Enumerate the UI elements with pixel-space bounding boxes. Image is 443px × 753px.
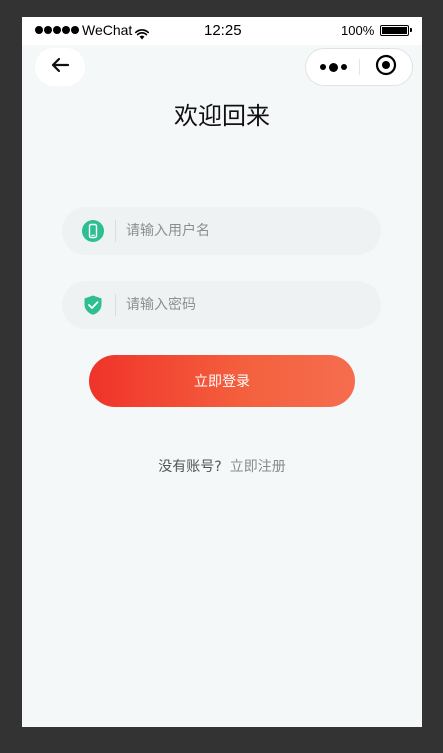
signal-strength-icon: [35, 26, 79, 34]
shield-check-icon: [82, 294, 104, 316]
mini-program-capsule: [305, 48, 413, 86]
register-prompt: 没有账号? 立即注册: [22, 456, 422, 476]
battery-icon: [380, 25, 412, 36]
phone-screen: WeChat 12:25 100% 欢迎回来 请输入用户名 立即登录 没有账号?…: [22, 17, 422, 727]
phone-icon: [82, 220, 104, 242]
password-input[interactable]: [126, 281, 366, 329]
register-link[interactable]: 立即注册: [230, 459, 286, 475]
wifi-icon: [135, 25, 149, 44]
username-input[interactable]: [126, 207, 366, 255]
page-title: 欢迎回来: [174, 102, 270, 130]
close-mini-program-button[interactable]: [360, 49, 412, 85]
more-button[interactable]: [306, 49, 360, 85]
carrier-name: WeChat: [82, 22, 133, 38]
status-time: 12:25: [204, 22, 242, 39]
status-bar: WeChat 12:25 100%: [22, 17, 422, 45]
back-button[interactable]: [35, 48, 85, 86]
more-dots-icon: [319, 62, 347, 72]
no-account-text: 没有账号?: [158, 459, 222, 475]
password-field[interactable]: [62, 281, 381, 329]
arrow-left-icon: [50, 57, 70, 77]
battery-percent: 100%: [341, 23, 375, 38]
username-field[interactable]: [62, 207, 381, 255]
login-button[interactable]: 立即登录: [89, 355, 355, 407]
field-divider: [115, 294, 116, 316]
field-divider: [115, 220, 116, 242]
target-close-icon: [375, 54, 397, 80]
